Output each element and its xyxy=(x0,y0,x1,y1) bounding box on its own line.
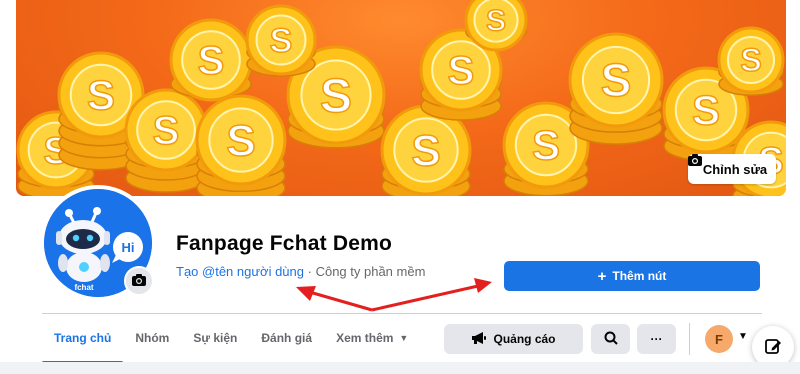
profile-avatar[interactable]: F xyxy=(705,325,733,353)
create-username-link[interactable]: Tạo @tên người dùng xyxy=(176,264,304,279)
add-button-label: Thêm nút xyxy=(612,269,667,283)
edit-icon xyxy=(764,337,782,358)
hi-text: Hi xyxy=(122,240,135,255)
tab-see-more[interactable]: Xem thêm ▼ xyxy=(324,314,420,362)
tab-label: Đánh giá xyxy=(261,331,313,345)
coin-symbol: S xyxy=(448,49,475,93)
page-tabs: Trang chủ Nhóm Sự kiện Đánh giá Xem thêm… xyxy=(42,314,420,364)
coin-symbol: S xyxy=(486,5,506,38)
feed-background xyxy=(0,362,800,374)
coin-symbol: S xyxy=(320,70,352,123)
coin-symbol: S xyxy=(270,22,293,60)
tab-label: Xem thêm xyxy=(336,331,394,345)
tab-label: Trang chủ xyxy=(54,331,112,345)
edit-cover-label: Chỉnh sửa xyxy=(702,161,768,177)
search-button[interactable] xyxy=(591,324,630,354)
tab-reviews[interactable]: Đánh giá xyxy=(249,314,324,362)
page-category: Công ty phần mềm xyxy=(315,264,426,279)
coin-illustration: SSSSSSSSSSSSSSS xyxy=(16,0,786,196)
tab-label: Sự kiện xyxy=(193,331,238,345)
update-avatar-button[interactable] xyxy=(124,266,154,296)
coin-symbol: S xyxy=(87,72,115,119)
search-icon xyxy=(604,331,618,348)
caret-down-icon[interactable]: ▼ xyxy=(738,331,748,342)
edit-cover-button[interactable]: Chỉnh sửa xyxy=(688,154,776,184)
cover-photo: SSSSSSSSSSSSSSS Chỉnh sửa xyxy=(16,0,786,196)
coin-symbol: S xyxy=(226,116,255,165)
ellipsis-icon: ··· xyxy=(650,332,663,346)
more-options-button[interactable]: ··· xyxy=(637,324,676,354)
coin-symbol: S xyxy=(198,39,225,83)
coin-symbol: S xyxy=(601,54,632,106)
brand-text: fchat xyxy=(74,283,93,292)
page-subtitle: Tạo @tên người dùng · Công ty phần mềm xyxy=(176,264,425,279)
coin-symbol: S xyxy=(740,42,761,78)
annotation-arrow-left xyxy=(296,286,373,312)
ads-button[interactable]: Quảng cáo xyxy=(444,324,583,354)
separator-line xyxy=(689,323,690,355)
camera-icon xyxy=(132,273,146,289)
coin-symbol: S xyxy=(153,109,180,153)
annotation-arrow-right xyxy=(371,278,492,312)
coin-symbol: S xyxy=(692,87,720,134)
coin-symbol: S xyxy=(411,126,440,175)
separator: · xyxy=(304,264,316,279)
tab-groups[interactable]: Nhóm xyxy=(123,314,181,362)
caret-down-icon: ▼ xyxy=(399,333,409,343)
tab-events[interactable]: Sự kiện xyxy=(181,314,249,362)
add-button[interactable]: + Thêm nút xyxy=(504,261,760,291)
plus-icon: + xyxy=(597,267,607,285)
coin-symbol: S xyxy=(532,122,560,169)
megaphone-icon xyxy=(471,331,487,348)
ads-label: Quảng cáo xyxy=(493,332,556,346)
page-title: Fanpage Fchat Demo xyxy=(176,232,392,255)
tab-home[interactable]: Trang chủ xyxy=(42,314,124,364)
tab-label: Nhóm xyxy=(135,331,170,345)
